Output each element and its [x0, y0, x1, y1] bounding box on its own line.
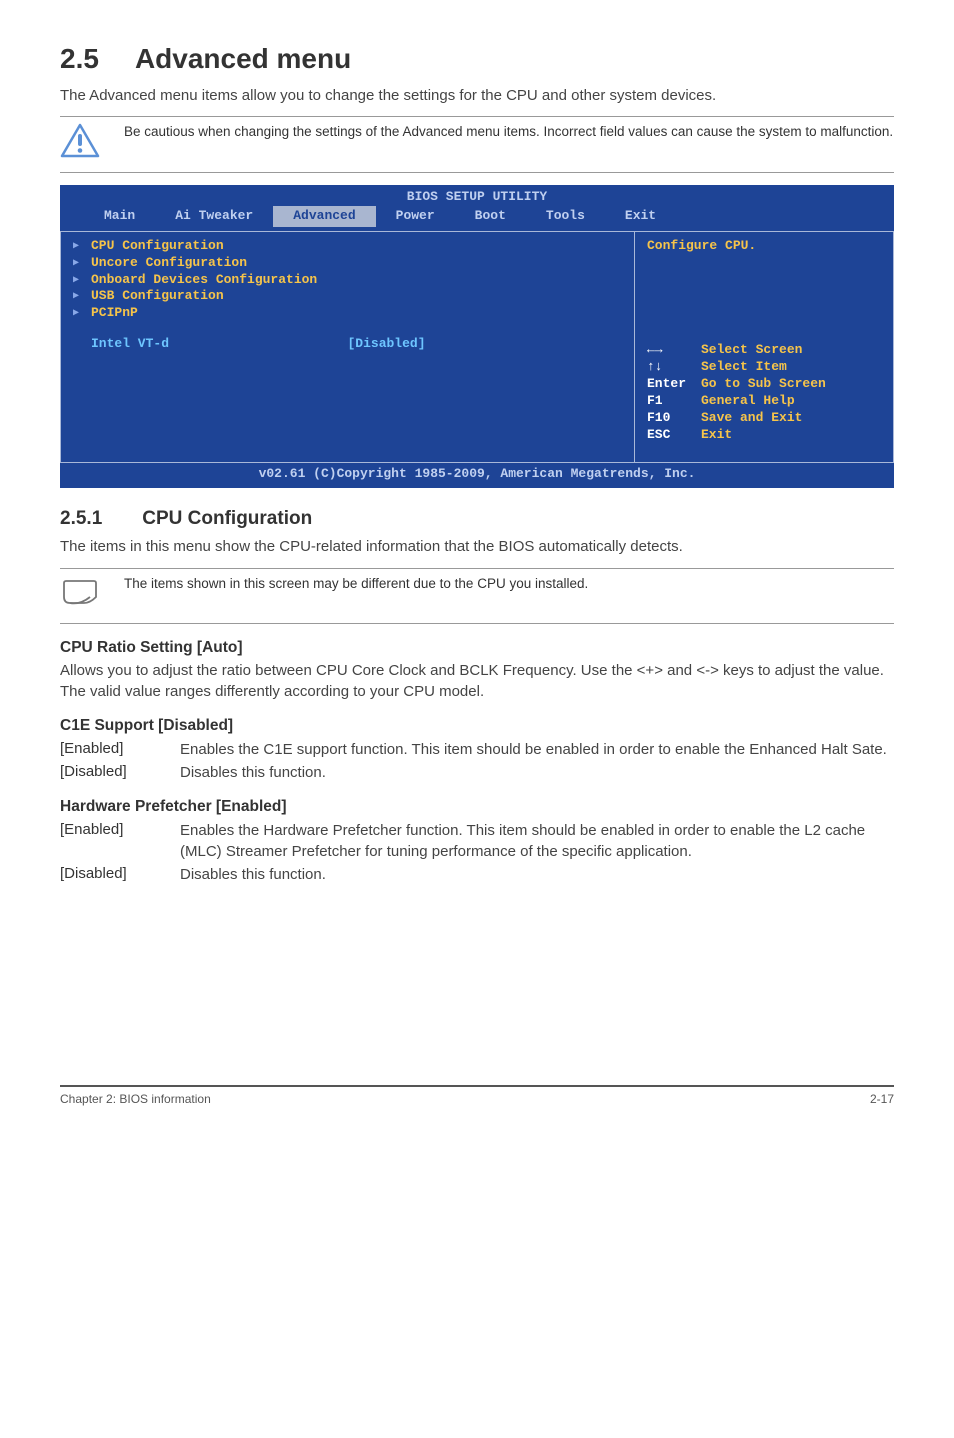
bios-legend-row: ↑↓Select Item — [647, 359, 881, 376]
divider — [60, 116, 894, 117]
hwpf-enabled-row: [Enabled] Enables the Hardware Prefetche… — [60, 820, 894, 862]
bios-legend-desc: Exit — [701, 427, 732, 442]
c1e-disabled-row: [Disabled] Disables this function. — [60, 762, 894, 783]
note-icon — [60, 575, 100, 616]
section-title-text: Advanced menu — [135, 40, 351, 78]
hwpf-disabled-row: [Disabled] Disables this function. — [60, 864, 894, 885]
subsection-title-text: CPU Configuration — [142, 506, 312, 532]
bios-tab-bar: Main Ai Tweaker Advanced Power Boot Tool… — [60, 206, 894, 231]
note-text: The items shown in this screen may be di… — [124, 575, 588, 594]
bios-legend-key: ↑↓ — [647, 359, 701, 376]
divider — [60, 568, 894, 569]
bios-legend-desc: Go to Sub Screen — [701, 376, 826, 391]
bios-right-pane: Configure CPU. ←→Select Screen ↑↓Select … — [634, 231, 894, 463]
subsection-heading: 2.5.1 CPU Configuration — [60, 506, 894, 532]
bios-header: BIOS SETUP UTILITY — [60, 185, 894, 206]
c1e-disabled-key: [Disabled] — [60, 762, 180, 783]
bios-tab-power[interactable]: Power — [376, 206, 455, 227]
bios-tab-exit[interactable]: Exit — [605, 206, 676, 227]
intro-paragraph: The Advanced menu items allow you to cha… — [60, 86, 894, 106]
bios-legend-key: Enter — [647, 376, 701, 393]
bios-legend-key: F1 — [647, 393, 701, 410]
bios-legend: ←→Select Screen ↑↓Select Item EnterGo to… — [647, 342, 881, 443]
bios-field-value: [Disabled] — [348, 336, 426, 353]
hwpf-disabled-key: [Disabled] — [60, 864, 180, 885]
bios-tab-advanced[interactable]: Advanced — [273, 206, 375, 227]
divider — [60, 172, 894, 173]
section-heading: 2.5 Advanced menu — [60, 40, 894, 78]
hwpf-enabled-val: Enables the Hardware Prefetcher function… — [180, 820, 894, 862]
cpu-ratio-heading: CPU Ratio Setting [Auto] — [60, 638, 894, 659]
bios-tab-main[interactable]: Main — [84, 206, 155, 227]
hwpf-disabled-val: Disables this function. — [180, 864, 326, 885]
footer-left: Chapter 2: BIOS information — [60, 1091, 211, 1107]
c1e-enabled-key: [Enabled] — [60, 739, 180, 760]
bios-body: CPU Configuration Uncore Configuration O… — [60, 231, 894, 463]
subsection-number: 2.5.1 — [60, 506, 102, 532]
subsection-intro: The items in this menu show the CPU-rela… — [60, 537, 894, 557]
bios-screenshot: BIOS SETUP UTILITY Main Ai Tweaker Advan… — [60, 185, 894, 488]
bios-left-pane: CPU Configuration Uncore Configuration O… — [60, 231, 634, 463]
bios-footer: v02.61 (C)Copyright 1985-2009, American … — [60, 463, 894, 488]
c1e-enabled-row: [Enabled] Enables the C1E support functi… — [60, 739, 894, 760]
bios-legend-row: ESCExit — [647, 427, 881, 444]
bios-tab-boot[interactable]: Boot — [455, 206, 526, 227]
bios-legend-key: F10 — [647, 410, 701, 427]
page-footer: Chapter 2: BIOS information 2-17 — [60, 1085, 894, 1107]
bios-legend-key: ←→ — [647, 342, 701, 359]
warning-text: Be cautious when changing the settings o… — [124, 123, 893, 142]
warning-icon — [60, 123, 100, 164]
bios-legend-desc: Select Screen — [701, 342, 802, 357]
bios-legend-row: EnterGo to Sub Screen — [647, 376, 881, 393]
bios-legend-desc: Select Item — [701, 359, 787, 374]
bios-legend-key: ESC — [647, 427, 701, 444]
divider — [60, 623, 894, 624]
bios-help-text: Configure CPU. — [647, 238, 881, 255]
bios-legend-row: ←→Select Screen — [647, 342, 881, 359]
bios-menu-usb-config[interactable]: USB Configuration — [73, 288, 622, 305]
bios-legend-row: F1General Help — [647, 393, 881, 410]
bios-tab-ai-tweaker[interactable]: Ai Tweaker — [155, 206, 273, 227]
bios-menu-uncore-config[interactable]: Uncore Configuration — [73, 255, 622, 272]
bios-legend-desc: General Help — [701, 393, 795, 408]
warning-callout: Be cautious when changing the settings o… — [60, 123, 894, 164]
c1e-enabled-val: Enables the C1E support function. This i… — [180, 739, 887, 760]
bios-field-intel-vtd[interactable]: Intel VT-d [Disabled] — [73, 336, 622, 353]
c1e-heading: C1E Support [Disabled] — [60, 716, 894, 737]
bios-legend-row: F10Save and Exit — [647, 410, 881, 427]
cpu-ratio-body: Allows you to adjust the ratio between C… — [60, 661, 894, 702]
section-number: 2.5 — [60, 40, 99, 78]
note-callout: The items shown in this screen may be di… — [60, 575, 894, 616]
hwpf-heading: Hardware Prefetcher [Enabled] — [60, 797, 894, 818]
bios-tab-tools[interactable]: Tools — [526, 206, 605, 227]
hwpf-enabled-key: [Enabled] — [60, 820, 180, 862]
c1e-disabled-val: Disables this function. — [180, 762, 326, 783]
bios-field-name: Intel VT-d — [91, 336, 169, 351]
bios-legend-desc: Save and Exit — [701, 410, 802, 425]
footer-right: 2-17 — [870, 1091, 894, 1107]
bios-menu-onboard-devices[interactable]: Onboard Devices Configuration — [73, 272, 622, 289]
bios-menu-pcipnp[interactable]: PCIPnP — [73, 305, 622, 322]
bios-menu-cpu-config[interactable]: CPU Configuration — [73, 238, 622, 255]
